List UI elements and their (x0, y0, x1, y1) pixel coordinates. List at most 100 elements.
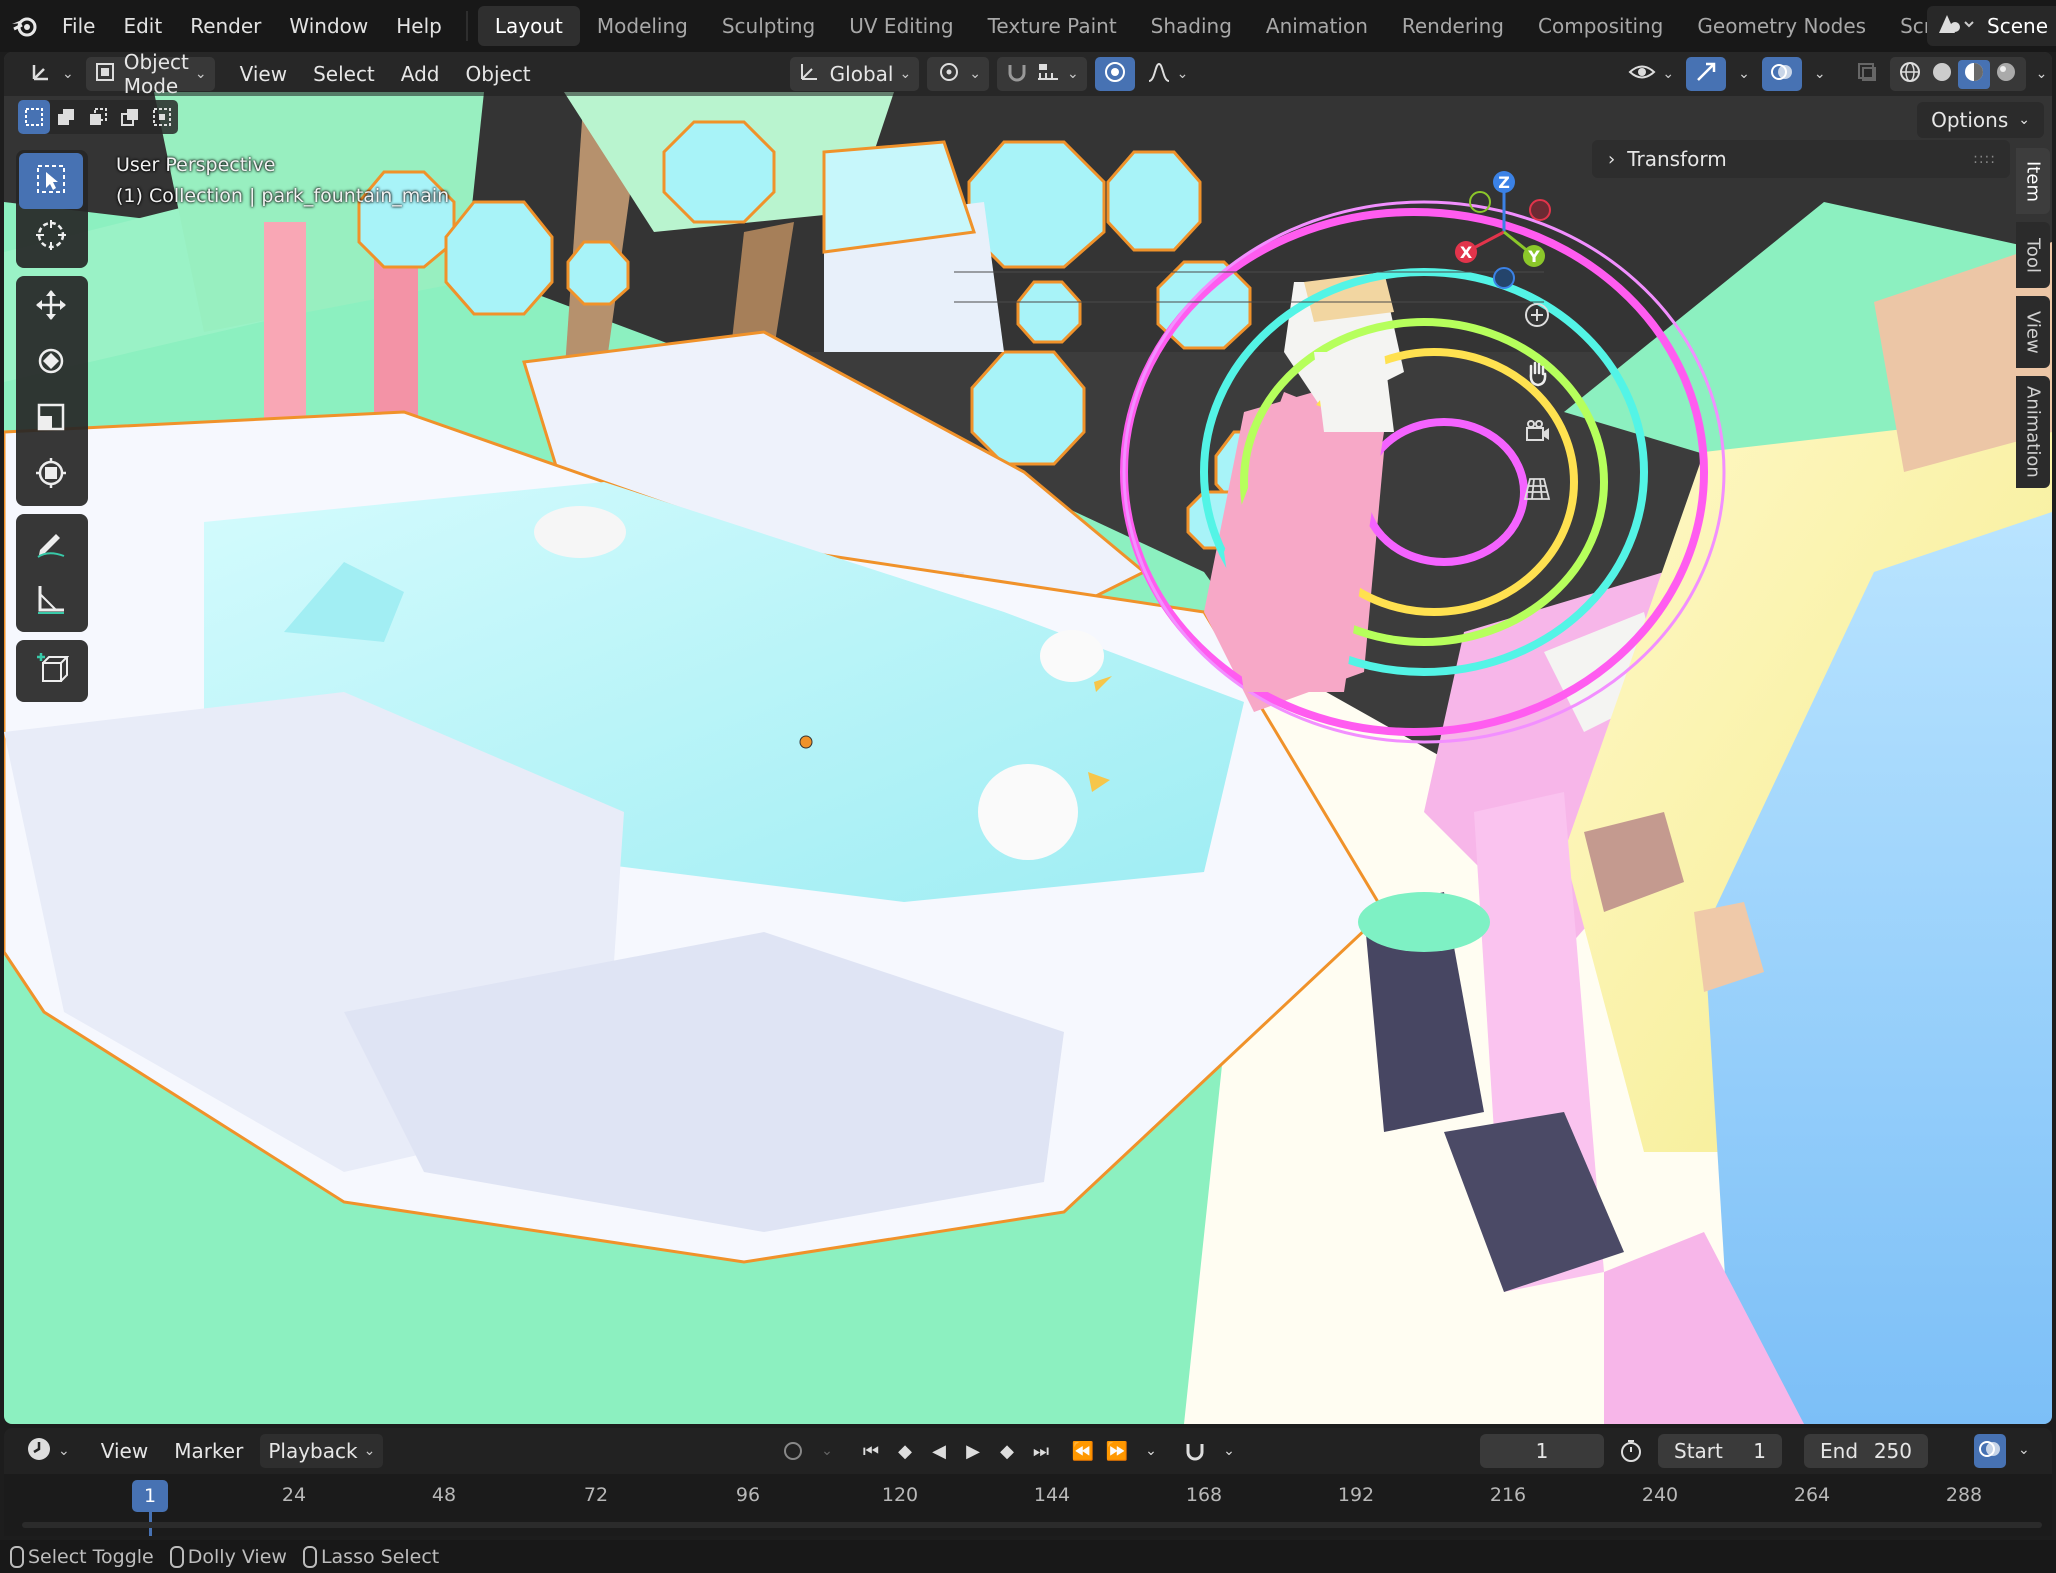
ruler-label: 192 (1337, 1484, 1375, 1506)
rendered-shading-icon[interactable] (1990, 60, 2022, 89)
snap-dropdown[interactable]: ⌄ (996, 57, 1087, 91)
tab-animation[interactable]: Animation (1249, 6, 1385, 46)
start-frame-field[interactable]: Start 1 (1658, 1434, 1782, 1468)
keying-options-chevron-icon[interactable]: ⌄ (1212, 1434, 1246, 1468)
viewport-menu-object[interactable]: Object (453, 62, 544, 86)
wireframe-shading-icon[interactable] (1894, 60, 1926, 89)
stopwatch-icon[interactable] (1618, 1438, 1644, 1469)
select-intersect-icon[interactable] (146, 100, 178, 134)
pan-button[interactable] (1514, 352, 1560, 398)
drag-grip-icon[interactable]: :::: (1973, 151, 1996, 167)
tab-modeling[interactable]: Modeling (580, 6, 705, 46)
chevron-right-icon: › (1608, 148, 1616, 170)
zoom-button[interactable] (1514, 294, 1560, 340)
menu-edit[interactable]: Edit (109, 0, 176, 52)
options-dropdown[interactable]: Options ⌄ (1917, 102, 2044, 138)
material-shading-icon[interactable] (1957, 59, 1990, 89)
select-invert-icon[interactable] (114, 100, 146, 134)
previous-keyframe-icon[interactable]: ◆ (888, 1434, 922, 1468)
menu-file[interactable]: File (48, 0, 109, 52)
measure-tool[interactable] (19, 573, 83, 629)
next-keyframe-icon[interactable]: ◆ (990, 1434, 1024, 1468)
3d-viewport[interactable]: ⌄ Object Mode ⌄ View Select Add Object G… (4, 52, 2052, 1424)
timeline-overlays-toggle[interactable] (1974, 1434, 2006, 1468)
tab-texture-paint[interactable]: Texture Paint (971, 6, 1134, 46)
timeline-menu-view[interactable]: View (88, 1439, 161, 1463)
visibility-dropdown[interactable]: ⌄ (1620, 57, 1682, 91)
proportional-editing-toggle[interactable] (1094, 57, 1135, 91)
overlays-toggle[interactable] (1761, 57, 1802, 91)
menu-help[interactable]: Help (382, 0, 456, 52)
jump-to-start-icon[interactable]: ⏮ (854, 1434, 888, 1468)
falloff-dropdown[interactable]: ⌄ (1139, 57, 1197, 91)
play-icon[interactable]: ▶ (956, 1434, 990, 1468)
timeline-overlays-chevron-icon[interactable]: ⌄ (2018, 1442, 2030, 1458)
tab-tool[interactable]: Tool (2016, 222, 2050, 288)
pivot-point-dropdown[interactable]: ⌄ (927, 57, 989, 91)
tab-view[interactable]: View (2016, 296, 2050, 368)
playback-options-chevron-icon[interactable]: ⌄ (1134, 1434, 1168, 1468)
record-icon[interactable] (776, 1434, 810, 1468)
transform-tool[interactable] (19, 447, 83, 503)
transform-orientation-dropdown[interactable]: Global ⌄ (789, 57, 920, 91)
select-new-icon[interactable] (18, 100, 50, 134)
gizmo-toggle[interactable] (1686, 57, 1727, 91)
viewport-menu-view[interactable]: View (227, 62, 300, 86)
step-back-icon[interactable]: ⏪ (1066, 1434, 1100, 1468)
editor-type-button[interactable]: ⌄ (22, 57, 82, 91)
timeline-menu-marker[interactable]: Marker (161, 1439, 256, 1463)
divider (465, 11, 468, 41)
menu-render[interactable]: Render (176, 0, 275, 52)
jump-to-end-icon[interactable]: ⏭ (1024, 1434, 1058, 1468)
viewport-menu-add[interactable]: Add (388, 62, 453, 86)
timeline-ruler[interactable]: 1 24 48 72 96 120 144 168 192 216 240 26… (4, 1474, 2052, 1536)
projection-toggle-button[interactable] (1514, 468, 1560, 514)
transform-panel-header[interactable]: › Transform :::: (1592, 140, 2010, 178)
shading-dropdown-chevron-icon[interactable]: ⌄ (2036, 66, 2048, 82)
ruler-label: 144 (1033, 1484, 1071, 1506)
timeline-scrollbar[interactable] (22, 1522, 2042, 1528)
record-options-chevron-icon[interactable]: ⌄ (810, 1434, 844, 1468)
scale-tool[interactable] (19, 391, 83, 447)
move-tool[interactable] (19, 279, 83, 335)
current-frame-field[interactable]: 1 (1480, 1434, 1604, 1468)
select-box-tool[interactable] (19, 153, 83, 209)
select-extend-icon[interactable] (50, 100, 82, 134)
scene-selector[interactable]: Scene (1927, 6, 2056, 46)
timeline-editor-type-button[interactable]: ⌄ (18, 1434, 78, 1468)
menu-window[interactable]: Window (275, 0, 382, 52)
navigation-gizmo[interactable]: Z X Y (1422, 152, 1582, 312)
tab-item[interactable]: Item (2016, 148, 2050, 214)
tab-sculpting[interactable]: Sculpting (705, 6, 832, 46)
annotate-tool[interactable] (19, 517, 83, 573)
mode-dropdown[interactable]: Object Mode ⌄ (85, 52, 215, 98)
tab-rendering[interactable]: Rendering (1385, 6, 1521, 46)
tab-geometry-nodes[interactable]: Geometry Nodes (1680, 6, 1883, 46)
tab-uv-editing[interactable]: UV Editing (832, 6, 970, 46)
playback-dropdown[interactable]: Playback ⌄ (260, 1434, 384, 1468)
playhead[interactable]: 1 (132, 1480, 168, 1512)
tab-layout[interactable]: Layout (477, 6, 580, 46)
move-arrows-icon (34, 288, 68, 327)
blender-logo-icon[interactable] (0, 0, 48, 52)
current-frame-value: 1 (1535, 1439, 1549, 1463)
tab-compositing[interactable]: Compositing (1521, 6, 1680, 46)
viewport-scene-render[interactable] (4, 52, 2052, 1424)
tab-shading[interactable]: Shading (1134, 6, 1249, 46)
start-value: 1 (1753, 1439, 1766, 1463)
play-reverse-icon[interactable]: ◀ (922, 1434, 956, 1468)
cursor-tool[interactable] (19, 209, 83, 265)
camera-view-button[interactable] (1514, 410, 1560, 456)
rotate-tool[interactable] (19, 335, 83, 391)
xray-toggle[interactable] (1848, 57, 1886, 91)
tab-animation-sidebar[interactable]: Animation (2016, 376, 2050, 488)
auto-keying-magnet-icon[interactable] (1178, 1434, 1212, 1468)
add-cube-tool[interactable] (19, 643, 83, 699)
solid-shading-icon[interactable] (1926, 60, 1958, 89)
gizmo-dropdown-chevron-icon[interactable]: ⌄ (1738, 66, 1750, 82)
select-subtract-icon[interactable] (82, 100, 114, 134)
step-forward-icon[interactable]: ⏩ (1100, 1434, 1134, 1468)
viewport-menu-select[interactable]: Select (300, 62, 388, 86)
overlays-dropdown-chevron-icon[interactable]: ⌄ (1814, 66, 1826, 82)
end-frame-field[interactable]: End 250 (1804, 1434, 1928, 1468)
